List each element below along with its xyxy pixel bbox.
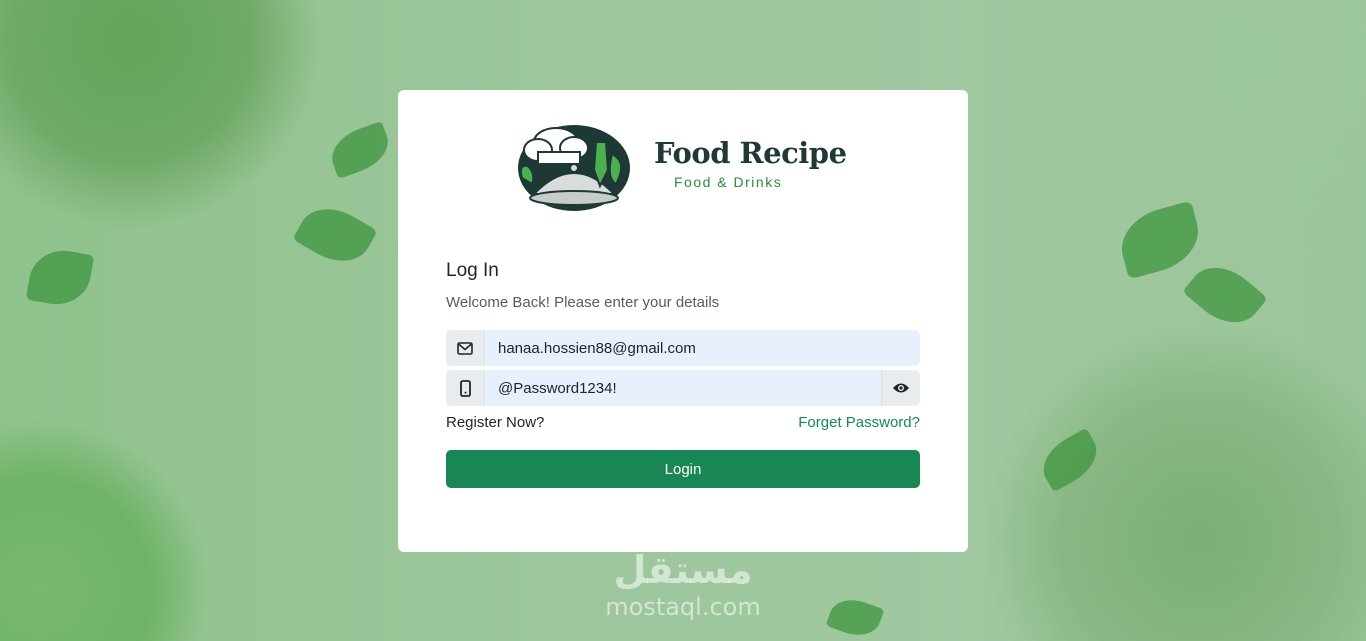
brand-title: Food Recipe [654, 136, 847, 170]
brand-logo: Food Recipe Food & Drinks [516, 122, 847, 212]
login-button[interactable]: Login [446, 450, 920, 488]
chef-cloche-logo-icon [518, 125, 630, 211]
welcome-text: Welcome Back! Please enter your details [446, 294, 720, 311]
envelope-icon [446, 330, 485, 366]
eye-icon[interactable] [881, 370, 920, 406]
auth-links-row: Register Now? Forget Password? [446, 414, 920, 431]
register-link[interactable]: Register Now? [446, 414, 544, 431]
password-field[interactable] [485, 370, 881, 406]
email-field[interactable] [485, 330, 920, 366]
password-input-group [446, 370, 920, 406]
login-card: Food Recipe Food & Drinks Log In Welcome… [398, 90, 968, 552]
watermark-arabic: مستقل [613, 548, 753, 592]
forget-password-link[interactable]: Forget Password? [798, 414, 920, 431]
mostaql-watermark: مستقل mostaql.com [598, 548, 768, 622]
login-heading: Log In [446, 260, 499, 281]
brand-subtitle: Food & Drinks [674, 174, 783, 190]
phone-icon [446, 370, 485, 406]
watermark-latin: mostaql.com [605, 593, 761, 621]
email-input-group [446, 330, 920, 366]
